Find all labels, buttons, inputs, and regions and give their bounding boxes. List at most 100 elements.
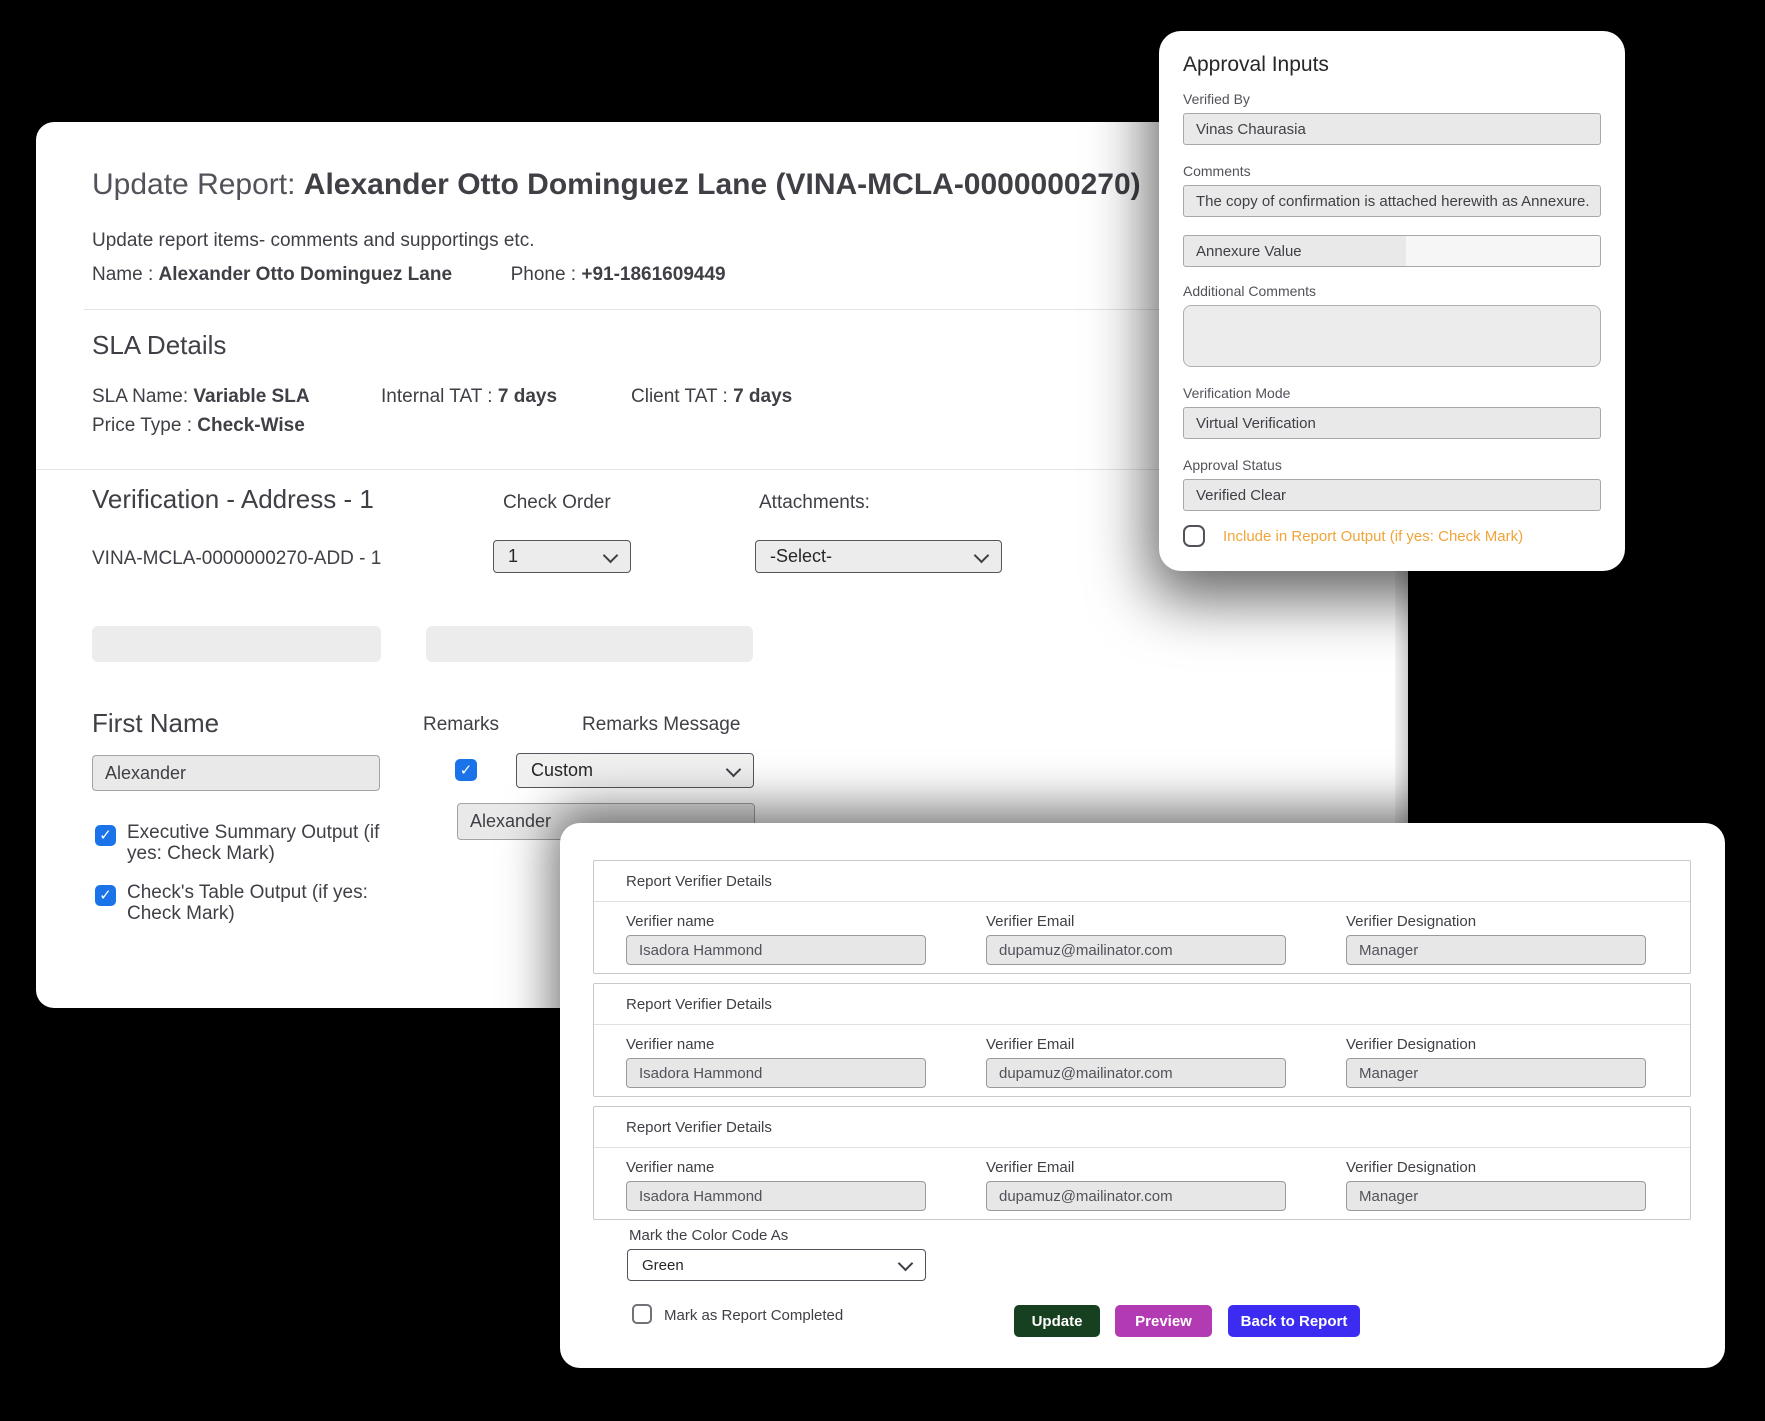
verified-by-label: Verified By bbox=[1183, 91, 1250, 107]
verifier-email-label: Verifier Email bbox=[986, 1159, 1074, 1176]
report-verifier-section: Report Verifier Details Verifier name Ve… bbox=[593, 983, 1691, 1097]
include-in-report-checkbox[interactable] bbox=[1183, 525, 1205, 547]
client-tat: Client TAT : 7 days bbox=[631, 386, 792, 408]
check-order-select[interactable]: 1 bbox=[493, 540, 631, 573]
additional-comments-label: Additional Comments bbox=[1183, 283, 1316, 299]
phone-value: +91-1861609449 bbox=[581, 264, 725, 285]
verification-heading: Verification - Address - 1 bbox=[92, 484, 374, 515]
verifier-email-input[interactable]: dupamuz@mailinator.com bbox=[986, 1181, 1286, 1211]
color-code-value: Green bbox=[642, 1257, 684, 1274]
comments-input[interactable]: The copy of confirmation is attached her… bbox=[1183, 185, 1601, 217]
first-name-heading: First Name bbox=[92, 708, 219, 739]
remarks-message-label: Remarks Message bbox=[582, 714, 740, 736]
verification-mode-input[interactable]: Virtual Verification bbox=[1183, 407, 1601, 439]
phone-label: Phone : bbox=[511, 264, 582, 285]
section-heading: Report Verifier Details bbox=[626, 996, 772, 1013]
checkmark-icon: ✓ bbox=[99, 888, 112, 903]
mark-report-completed-label: Mark as Report Completed bbox=[664, 1307, 843, 1324]
chevron-down-icon bbox=[726, 761, 742, 777]
verifier-name-label: Verifier name bbox=[626, 1036, 714, 1053]
preview-button[interactable]: Preview bbox=[1115, 1305, 1212, 1337]
section-heading: Report Verifier Details bbox=[626, 873, 772, 890]
additional-comments-textarea[interactable] bbox=[1183, 305, 1601, 367]
page-title: Update Report: Alexander Otto Dominguez … bbox=[92, 168, 1141, 202]
remarks-label: Remarks bbox=[423, 714, 499, 736]
comments-value: The copy of confirmation is attached her… bbox=[1196, 193, 1590, 210]
approval-inputs-panel: Approval Inputs Verified By Vinas Chaura… bbox=[1159, 31, 1625, 571]
first-name-value: Alexander bbox=[105, 763, 186, 784]
verifier-email-label: Verifier Email bbox=[986, 1036, 1074, 1053]
verifier-name-input[interactable]: Isadora Hammond bbox=[626, 1058, 926, 1088]
divider bbox=[594, 1024, 1690, 1025]
color-code-label: Mark the Color Code As bbox=[629, 1227, 788, 1244]
back-to-report-button[interactable]: Back to Report bbox=[1228, 1305, 1360, 1337]
annexure-value-input[interactable]: Annexure Value bbox=[1183, 235, 1407, 267]
verifier-designation-input[interactable]: Manager bbox=[1346, 1181, 1646, 1211]
mark-report-completed-checkbox[interactable] bbox=[632, 1304, 652, 1324]
chevron-down-icon bbox=[603, 547, 619, 563]
verifier-email-input[interactable]: dupamuz@mailinator.com bbox=[986, 935, 1286, 965]
verifier-name-label: Verifier name bbox=[626, 1159, 714, 1176]
checkmark-icon: ✓ bbox=[99, 828, 112, 843]
placeholder-field bbox=[426, 626, 753, 662]
verifier-name-label: Verifier name bbox=[626, 913, 714, 930]
annexure-value-text: Annexure Value bbox=[1196, 243, 1302, 260]
attachments-value: -Select- bbox=[770, 546, 832, 567]
attachments-select[interactable]: -Select- bbox=[755, 540, 1002, 573]
page-title-subject: Alexander Otto Dominguez Lane (VINA-MCLA… bbox=[304, 168, 1141, 201]
page-title-prefix: Update Report: bbox=[92, 168, 304, 201]
verifier-name-input[interactable]: Isadora Hammond bbox=[626, 935, 926, 965]
approval-inputs-title: Approval Inputs bbox=[1183, 53, 1329, 77]
sla-name: SLA Name: Variable SLA bbox=[92, 386, 310, 408]
update-button[interactable]: Update bbox=[1014, 1305, 1100, 1337]
first-name-input[interactable]: Alexander bbox=[92, 755, 380, 791]
include-in-report-label: Include in Report Output (if yes: Check … bbox=[1223, 528, 1523, 545]
page-subtitle: Update report items- comments and suppor… bbox=[92, 230, 534, 252]
remarks-message-value: Custom bbox=[531, 760, 593, 781]
section-heading: Report Verifier Details bbox=[626, 1119, 772, 1136]
verification-mode-value: Virtual Verification bbox=[1196, 415, 1316, 432]
executive-summary-checkbox[interactable]: ✓ bbox=[95, 825, 116, 846]
checks-table-checkbox[interactable]: ✓ bbox=[95, 885, 116, 906]
remarks-checkbox[interactable]: ✓ bbox=[455, 759, 477, 781]
attachments-label: Attachments: bbox=[759, 492, 870, 514]
verifier-designation-label: Verifier Designation bbox=[1346, 913, 1476, 930]
divider bbox=[594, 1147, 1690, 1148]
checks-table-label: Check's Table Output (if yes: Check Mark… bbox=[127, 882, 377, 924]
check-order-value: 1 bbox=[508, 546, 518, 567]
contact-row: Name : Alexander Otto Dominguez Lane Pho… bbox=[92, 264, 726, 286]
verifier-email-label: Verifier Email bbox=[986, 913, 1074, 930]
name-value: Alexander Otto Dominguez Lane bbox=[159, 264, 452, 285]
approval-status-label: Approval Status bbox=[1183, 457, 1282, 473]
verifier-designation-input[interactable]: Manager bbox=[1346, 1058, 1646, 1088]
divider bbox=[594, 901, 1690, 902]
verification-mode-label: Verification Mode bbox=[1183, 385, 1290, 401]
verified-by-input[interactable]: Vinas Chaurasia bbox=[1183, 113, 1601, 145]
checkmark-icon: ✓ bbox=[460, 763, 473, 778]
report-verifier-section: Report Verifier Details Verifier name Ve… bbox=[593, 860, 1691, 974]
report-verifier-section: Report Verifier Details Verifier name Ve… bbox=[593, 1106, 1691, 1220]
check-order-label: Check Order bbox=[503, 492, 611, 514]
executive-summary-label: Executive Summary Output (if yes: Check … bbox=[127, 822, 392, 864]
verifier-email-input[interactable]: dupamuz@mailinator.com bbox=[986, 1058, 1286, 1088]
approval-status-input[interactable]: Verified Clear bbox=[1183, 479, 1601, 511]
verification-reference: VINA-MCLA-0000000270-ADD - 1 bbox=[92, 548, 381, 570]
verifier-name-input[interactable]: Isadora Hammond bbox=[626, 1181, 926, 1211]
approval-status-value: Verified Clear bbox=[1196, 487, 1286, 504]
verifier-designation-label: Verifier Designation bbox=[1346, 1036, 1476, 1053]
chevron-down-icon bbox=[898, 1256, 914, 1272]
remarks-custom-value: Alexander bbox=[470, 811, 551, 832]
sla-details-heading: SLA Details bbox=[92, 330, 226, 361]
comments-label: Comments bbox=[1183, 163, 1251, 179]
placeholder-field bbox=[92, 626, 381, 662]
annexure-extra-input[interactable] bbox=[1406, 235, 1601, 267]
remarks-message-select[interactable]: Custom bbox=[516, 753, 754, 788]
internal-tat: Internal TAT : 7 days bbox=[381, 386, 557, 408]
name-label: Name : bbox=[92, 264, 159, 285]
verifier-designation-label: Verifier Designation bbox=[1346, 1159, 1476, 1176]
verifier-designation-input[interactable]: Manager bbox=[1346, 935, 1646, 965]
report-verifier-panel: Report Verifier Details Verifier name Ve… bbox=[560, 823, 1725, 1368]
verified-by-value: Vinas Chaurasia bbox=[1196, 121, 1306, 138]
price-type: Price Type : Check-Wise bbox=[92, 415, 305, 437]
color-code-select[interactable]: Green bbox=[627, 1249, 926, 1281]
